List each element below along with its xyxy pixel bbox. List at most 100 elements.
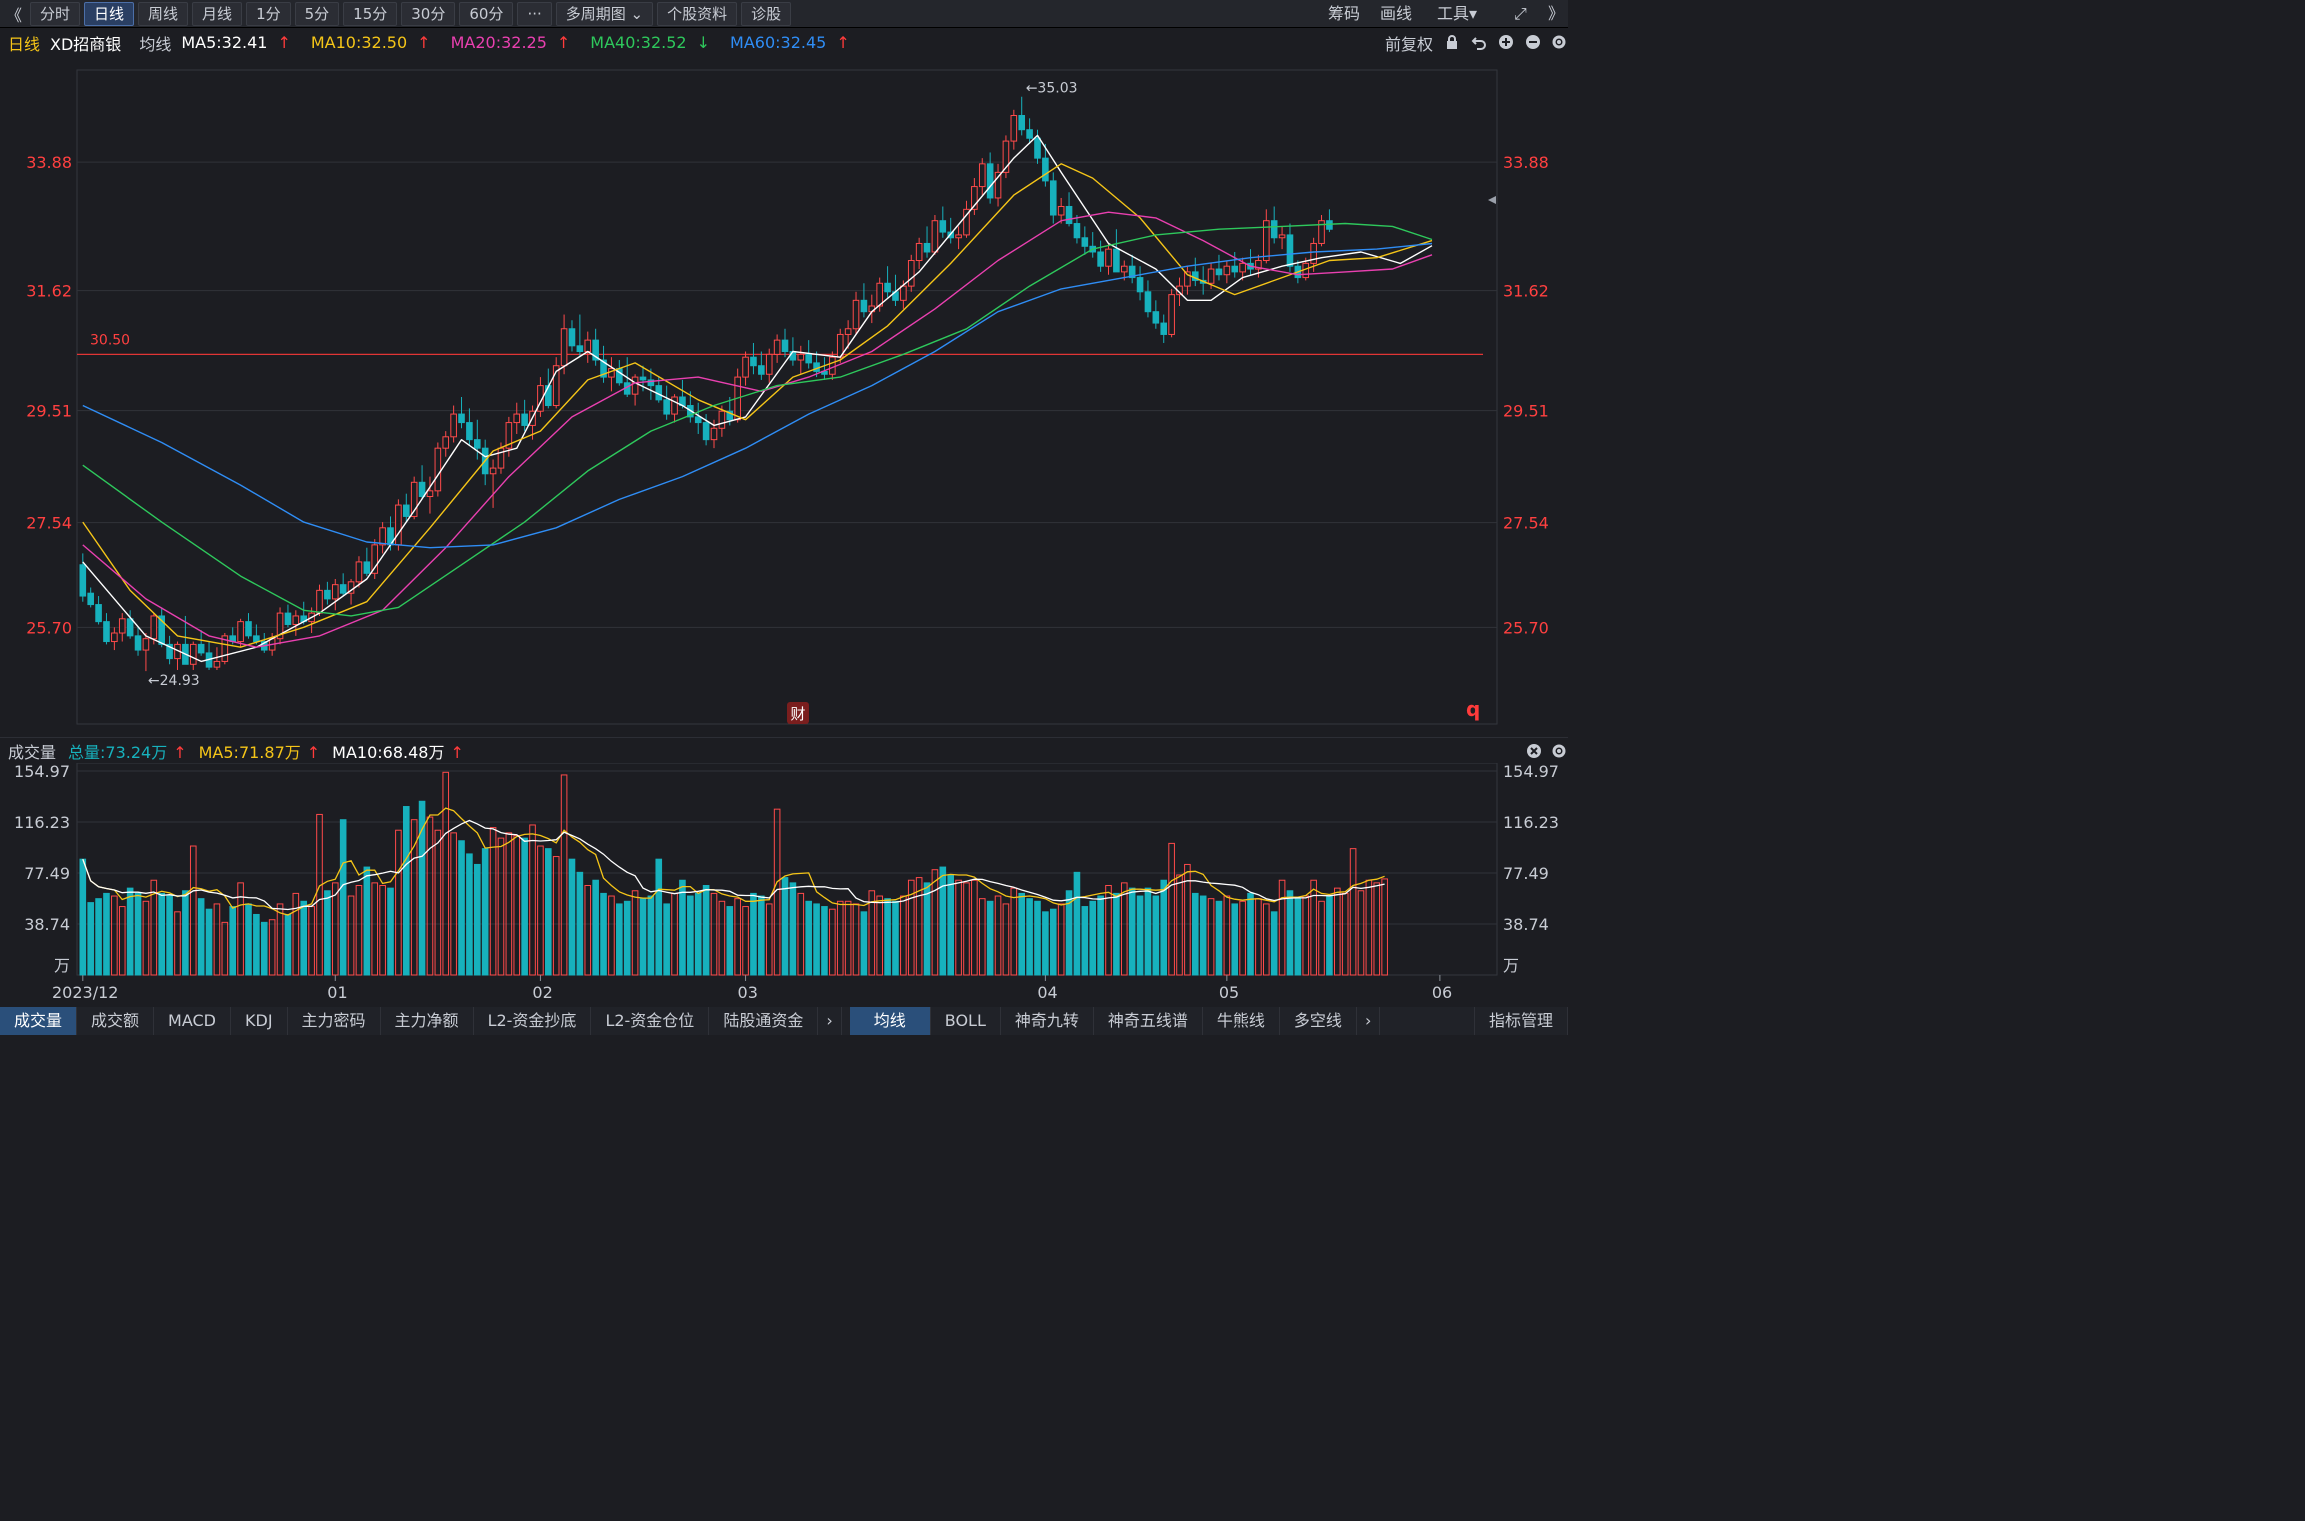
tab-15min[interactable]: 15分	[343, 1, 398, 26]
x-tick-label: 05	[1219, 983, 1239, 1002]
volume-bar	[947, 874, 955, 976]
tab-magic-nine[interactable]: 神奇九转	[1001, 1007, 1094, 1035]
adjust-button[interactable]: 前复权	[1385, 31, 1433, 55]
candle-body	[150, 615, 158, 640]
candle	[971, 178, 978, 216]
tab-weekly[interactable]: 周线	[138, 1, 189, 26]
candle	[631, 374, 639, 406]
candle	[734, 368, 741, 423]
tab-60min[interactable]: 60分	[459, 1, 514, 26]
tab-bull-bear[interactable]: 牛熊线	[1203, 1007, 1280, 1035]
ma40-line	[82, 222, 1433, 617]
candle	[671, 394, 678, 423]
more-periods-button[interactable]: ···	[517, 1, 552, 26]
tab-kdj[interactable]: KDJ	[231, 1007, 288, 1035]
q-marker[interactable]: q	[1466, 697, 1480, 721]
stock-name[interactable]: XD招商银	[50, 31, 121, 55]
tab-l2-bottom[interactable]: L2-资金抄底	[474, 1007, 592, 1035]
fullscreen-icon[interactable]: ⤢	[1514, 0, 1527, 28]
volume-bar	[687, 895, 694, 976]
candle-body	[742, 356, 749, 378]
draw-button[interactable]: 画线	[1380, 0, 1412, 28]
candle	[1002, 135, 1010, 179]
gear-icon[interactable]	[1551, 743, 1567, 759]
tools-menu[interactable]: 工具▾	[1437, 0, 1477, 28]
y-tick-label: 31.62	[1503, 282, 1549, 301]
tab-5min[interactable]: 5分	[294, 1, 340, 26]
tab-daily[interactable]: 日线	[84, 1, 135, 26]
tab-30min[interactable]: 30分	[401, 1, 456, 26]
undo-icon[interactable]	[1471, 34, 1487, 50]
volume-bar	[750, 892, 757, 976]
candle	[363, 547, 371, 577]
candle	[931, 215, 939, 255]
tab-ma[interactable]: 均线	[849, 1007, 931, 1035]
close-icon[interactable]	[1526, 743, 1542, 759]
candle-body	[1057, 205, 1065, 216]
candle	[1049, 172, 1057, 224]
y-tick-label: 25.70	[1503, 618, 1549, 637]
volume-bar	[79, 858, 87, 976]
tab-macd[interactable]: MACD	[154, 1007, 231, 1035]
tab-northbound[interactable]: 陆股通资金	[709, 1007, 819, 1035]
volume-bar	[781, 877, 789, 976]
tab-turnover[interactable]: 成交额	[77, 1007, 155, 1035]
candle-body	[371, 544, 379, 574]
tab-intraday[interactable]: 分时	[30, 1, 81, 26]
tab-main-chips[interactable]: 主力密码	[288, 1007, 381, 1035]
tab-magic-five[interactable]: 神奇五线谱	[1094, 1007, 1203, 1035]
tab-volume[interactable]: 成交量	[0, 1007, 78, 1035]
candle-body	[1018, 114, 1026, 131]
candle	[434, 442, 442, 497]
candlestick-chart[interactable]: 30.50 ←35.03 ←24.93 33.88 31.62 29.51 27.54…	[0, 56, 1568, 736]
volume-chart[interactable]: 154.97 116.23 77.49 38.74 万 154.97 116.23 77.4…	[0, 763, 1568, 1006]
candle	[608, 357, 615, 392]
volume-bar	[1255, 898, 1262, 976]
multi-period-button[interactable]: 多周期图 ⌄	[555, 1, 654, 26]
volume-bar	[339, 819, 347, 976]
y-tick-label: 154.97	[1503, 763, 1559, 781]
financial-marker[interactable]: 财	[787, 702, 809, 724]
volume-bar	[1168, 842, 1175, 976]
volume-bar	[1160, 879, 1168, 976]
candle	[1073, 215, 1081, 244]
tab-boll[interactable]: BOLL	[931, 1007, 1001, 1035]
gear-icon[interactable]	[1551, 34, 1567, 50]
ma-label[interactable]: 均线	[139, 31, 171, 55]
volume-bar	[1199, 895, 1207, 976]
chevron-right-icon[interactable]: ›	[1357, 1007, 1381, 1035]
stock-profile-button[interactable]: 个股资料	[657, 1, 738, 26]
diagnose-button[interactable]: 诊股	[741, 1, 792, 26]
candle-body	[1042, 157, 1049, 182]
candle	[1018, 96, 1026, 136]
candle	[292, 610, 300, 636]
volume-bar	[1223, 895, 1231, 976]
volume-bar	[631, 890, 639, 976]
back-icon[interactable]: 《	[6, 2, 26, 26]
tab-long-short[interactable]: 多空线	[1280, 1007, 1357, 1035]
zoom-out-icon[interactable]	[1525, 34, 1541, 50]
candle-body	[253, 635, 260, 643]
volume-title[interactable]: 成交量	[8, 739, 56, 763]
indicator-manage-button[interactable]: 指标管理	[1473, 1007, 1568, 1035]
candle-body	[710, 427, 718, 441]
zoom-in-icon[interactable]	[1498, 34, 1514, 50]
candle-body	[750, 356, 757, 367]
volume-bar	[821, 906, 828, 976]
y-tick-label: 27.54	[1503, 514, 1549, 533]
candle-body	[324, 589, 331, 600]
tab-1min[interactable]: 1分	[246, 1, 291, 26]
tab-main-net[interactable]: 主力净额	[381, 1007, 474, 1035]
candle	[1247, 249, 1254, 275]
candle	[134, 627, 142, 656]
volume-bar	[702, 885, 710, 976]
candle	[166, 635, 173, 665]
tab-l2-position[interactable]: L2-资金仓位	[591, 1007, 710, 1035]
chevron-right-icon[interactable]: ›	[818, 1007, 842, 1035]
lock-icon[interactable]	[1444, 34, 1460, 50]
tab-monthly[interactable]: 月线	[192, 1, 243, 26]
volume-bar	[87, 902, 94, 976]
collapse-icon[interactable]: 》	[1548, 0, 1564, 28]
volume-bar	[805, 900, 812, 976]
chips-button[interactable]: 筹码	[1328, 0, 1360, 28]
